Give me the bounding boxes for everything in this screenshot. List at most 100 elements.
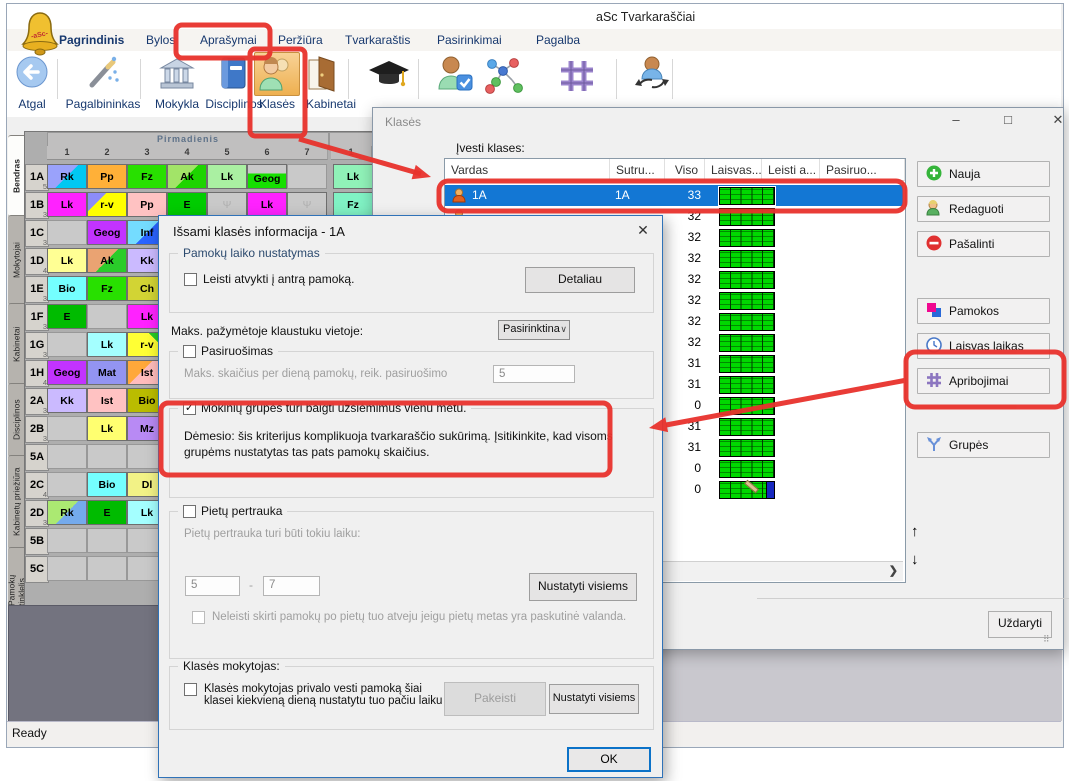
question-position-dropdown[interactable]: Pasirinktina ∨	[498, 320, 570, 340]
menu-bylos[interactable]: Bylos	[146, 33, 175, 47]
move-up-icon[interactable]: ↑	[911, 523, 919, 540]
details-button[interactable]: Detaliau	[525, 267, 635, 293]
timetable-cell[interactable]: Lk	[247, 192, 287, 217]
timetable-cell[interactable]	[47, 472, 87, 497]
close-icon[interactable]: ✕	[633, 222, 653, 239]
timetable-cell[interactable]	[47, 528, 87, 553]
lessons-button[interactable]: Pamokos	[917, 298, 1050, 324]
timetable-cell[interactable]: E	[87, 500, 127, 525]
classes-button-label[interactable]: Klasės	[256, 97, 298, 111]
lunch-to-input[interactable]: 7	[263, 576, 320, 596]
timetable-cell[interactable]: Fz	[87, 276, 127, 301]
constraints-hash-icon[interactable]	[559, 59, 595, 98]
class-row-label[interactable]: 1C3	[25, 220, 49, 247]
lunch-set-all-button[interactable]: Nustatyti visiems	[529, 573, 637, 601]
menu-aprasymai[interactable]: Aprašymai	[200, 33, 257, 47]
timetable-cell[interactable]: Geog	[87, 220, 127, 245]
timetable-cell[interactable]: Lk	[333, 164, 373, 189]
class-row-label[interactable]: 1B3	[25, 192, 49, 219]
school-button-label[interactable]: Mokykla	[147, 97, 207, 111]
class-row-label[interactable]: 1D4	[25, 248, 49, 275]
class-row-label[interactable]: 1A5	[25, 164, 49, 191]
timetable-cell[interactable]: Lk	[87, 416, 127, 441]
minimize-icon[interactable]: –	[945, 111, 967, 129]
lunch-break-checkbox[interactable]	[183, 505, 196, 518]
timetable-cell[interactable]	[47, 332, 87, 357]
menu-pagrindinis[interactable]: Pagrindinis	[59, 33, 124, 47]
scroll-right-icon[interactable]: ❯	[889, 564, 898, 577]
students-cap-icon[interactable]	[367, 59, 411, 96]
edit-button[interactable]: Redaguoti	[917, 196, 1050, 222]
allow-second-lesson-checkbox[interactable]	[184, 273, 197, 286]
timetable-cell[interactable]: Lk	[47, 192, 87, 217]
timetable-cell[interactable]: Lk	[87, 332, 127, 357]
timetable-cell[interactable]: Bio	[47, 276, 87, 301]
menu-pasirinkimai[interactable]: Pasirinkimai	[437, 33, 502, 47]
timetable-cell[interactable]: Ak	[167, 164, 207, 189]
menu-pagalba[interactable]: Pagalba	[536, 33, 580, 47]
subjects-book-icon[interactable]	[218, 55, 250, 96]
timetable-cell[interactable]	[47, 220, 87, 245]
maximize-icon[interactable]: □	[997, 111, 1019, 129]
timetable-cell[interactable]: Ψ	[287, 192, 327, 217]
menu-tvarkarastis[interactable]: Tvarkaraštis	[345, 33, 410, 47]
class-row-label[interactable]: 2D3	[25, 500, 49, 527]
timetable-cell[interactable]: Rk	[47, 164, 87, 189]
no-lessons-after-lunch-checkbox[interactable]	[192, 611, 205, 624]
change-teacher-button[interactable]: Pakeisti	[444, 682, 546, 716]
lunch-from-input[interactable]: 5	[185, 576, 240, 596]
classes-button-selected[interactable]	[254, 52, 300, 96]
timetable-cell[interactable]: Ψ	[207, 192, 247, 217]
class-row-label[interactable]: 1F3	[25, 304, 49, 331]
timetable-cell[interactable]: Geog	[47, 360, 87, 385]
timetable-cell[interactable]: Pp	[87, 164, 127, 189]
column-header[interactable]: Leisti a...	[762, 159, 820, 181]
back-button-label[interactable]: Atgal	[9, 97, 55, 111]
timetable-cell[interactable]	[87, 444, 127, 469]
move-down-icon[interactable]: ↓	[911, 551, 919, 568]
column-header[interactable]: Sutru...	[610, 159, 665, 181]
timetable-cell[interactable]: E	[167, 192, 207, 217]
timetable-cell[interactable]	[287, 164, 327, 189]
class-row-label[interactable]: 5B	[25, 528, 49, 555]
timetable-cell[interactable]: Mat	[87, 360, 127, 385]
groups-button[interactable]: Grupės	[917, 432, 1050, 458]
new-button[interactable]: Nauja	[917, 161, 1050, 187]
class-row-label[interactable]: 1G3	[25, 332, 49, 359]
class-row-label[interactable]: 5C	[25, 556, 49, 583]
close-icon[interactable]: ✕	[1047, 111, 1069, 129]
timetable-cell[interactable]: Pp	[127, 192, 167, 217]
menu-perziura[interactable]: Peržiūra	[278, 33, 323, 47]
ok-button[interactable]: OK	[567, 747, 651, 772]
person-check-icon[interactable]	[435, 55, 475, 98]
preparation-checkbox[interactable]	[183, 345, 196, 358]
class-row-label[interactable]: 2A3	[25, 388, 49, 415]
column-header[interactable]: Pasiruo...	[820, 159, 905, 181]
timetable-cell[interactable]: Rk	[47, 500, 87, 525]
timetable-cell[interactable]: Ist	[87, 388, 127, 413]
remove-button[interactable]: Pašalinti	[917, 231, 1050, 257]
school-building-icon[interactable]	[157, 55, 197, 96]
network-relations-icon[interactable]	[481, 55, 525, 100]
timetable-cell[interactable]	[87, 304, 127, 329]
classrooms-button-label[interactable]: Kabinetai	[303, 97, 359, 111]
timetable-cell[interactable]: Geog	[247, 164, 287, 189]
timetable-cell[interactable]: E	[47, 304, 87, 329]
constraints-button[interactable]: Apribojimai	[917, 368, 1050, 394]
class-row-label[interactable]: 2C4	[25, 472, 49, 499]
column-header[interactable]: Viso	[665, 159, 705, 181]
timetable-cell[interactable]	[47, 556, 87, 581]
column-header[interactable]: Laisvas...	[705, 159, 762, 181]
class-row-label[interactable]: 1E3	[25, 276, 49, 303]
timetable-cell[interactable]: Lk	[47, 248, 87, 273]
groups-end-checkbox-checked[interactable]: ✓	[183, 402, 196, 415]
class-list-row[interactable]: 1A1A33	[445, 185, 903, 206]
timetable-cell[interactable]	[87, 528, 127, 553]
class-row-label[interactable]: 1H4	[25, 360, 49, 387]
timetable-cell[interactable]: Fz	[333, 192, 373, 217]
timetable-cell[interactable]	[47, 444, 87, 469]
preparation-max-input[interactable]: 5	[493, 365, 575, 383]
teacher-set-all-button[interactable]: Nustatyti visiems	[549, 684, 639, 714]
timetable-cell[interactable]	[87, 556, 127, 581]
wizard-button-label[interactable]: Pagalbininkas	[60, 97, 146, 111]
